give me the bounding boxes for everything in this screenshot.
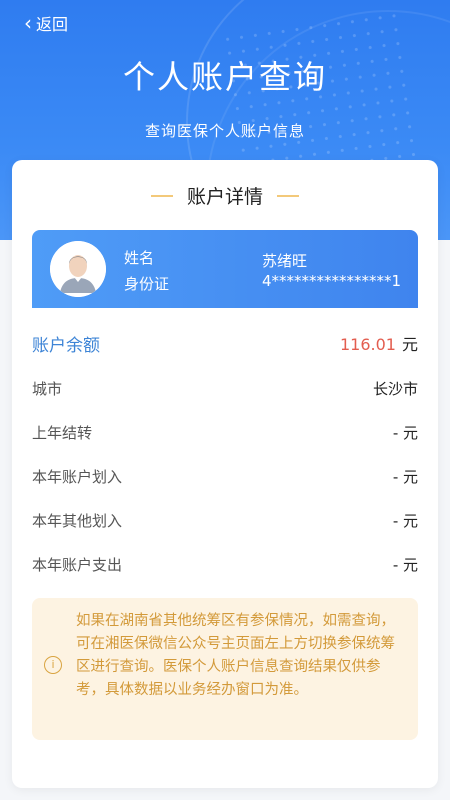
id-number-value: 4****************1 (262, 272, 402, 290)
back-button[interactable]: ‹ 返回 (24, 10, 68, 36)
account-details-card: 账户详情 姓名 身份证 苏绪旺 4****************1 账户余额 … (12, 160, 438, 788)
row-value: - 元 (392, 467, 418, 486)
balance-amount: 116.01 (340, 335, 396, 354)
list-item: 上年结转 - 元 (32, 410, 418, 454)
account-info-list: 账户余额 116.01 元 城市 长沙市 上年结转 - 元 本年账户划入 - 元 … (32, 320, 418, 586)
row-value: 长沙市 (372, 379, 418, 398)
heading-decor-right (277, 194, 299, 197)
row-label: 本年账户划入 (32, 467, 123, 486)
list-item: 本年账户支出 - 元 (32, 542, 418, 586)
list-item: 本年账户划入 - 元 (32, 454, 418, 498)
balance-row: 账户余额 116.01 元 (32, 320, 418, 366)
notice-box: i 如果在湖南省其他统筹区有参保情况，如需查询，可在湘医保微信公众号主页面左上方… (32, 598, 418, 740)
row-label: 城市 (32, 379, 63, 398)
balance-value: 116.01 元 (340, 331, 418, 355)
name-label: 姓名 (124, 249, 155, 267)
balance-unit: 元 (401, 335, 418, 354)
notice-text: 如果在湖南省其他统筹区有参保情况，如需查询，可在湘医保微信公众号主页面左上方切换… (76, 613, 395, 698)
row-value: - 元 (392, 423, 418, 442)
card-title: 账户详情 (186, 186, 263, 208)
name-value: 苏绪旺 (262, 252, 308, 270)
row-value: - 元 (392, 511, 418, 530)
identity-card: 姓名 身份证 苏绪旺 4****************1 (32, 230, 418, 308)
list-item: 本年其他划入 - 元 (32, 498, 418, 542)
row-label: 本年其他划入 (32, 511, 123, 530)
card-heading: 账户详情 (12, 182, 438, 209)
back-chevron-icon: ‹ (24, 11, 32, 35)
avatar-icon (50, 241, 106, 297)
row-value: - 元 (392, 555, 418, 574)
id-number-label: 身份证 (124, 275, 170, 293)
balance-label: 账户余额 (32, 335, 100, 356)
page-title: 个人账户查询 (122, 58, 327, 96)
info-icon: i (44, 656, 62, 674)
list-item: 城市 长沙市 (32, 366, 418, 410)
back-label: 返回 (36, 15, 69, 34)
heading-decor-left (150, 194, 173, 197)
row-label: 本年账户支出 (32, 555, 123, 574)
row-label: 上年结转 (32, 423, 93, 442)
page-subtitle: 查询医保个人账户信息 (144, 122, 305, 140)
